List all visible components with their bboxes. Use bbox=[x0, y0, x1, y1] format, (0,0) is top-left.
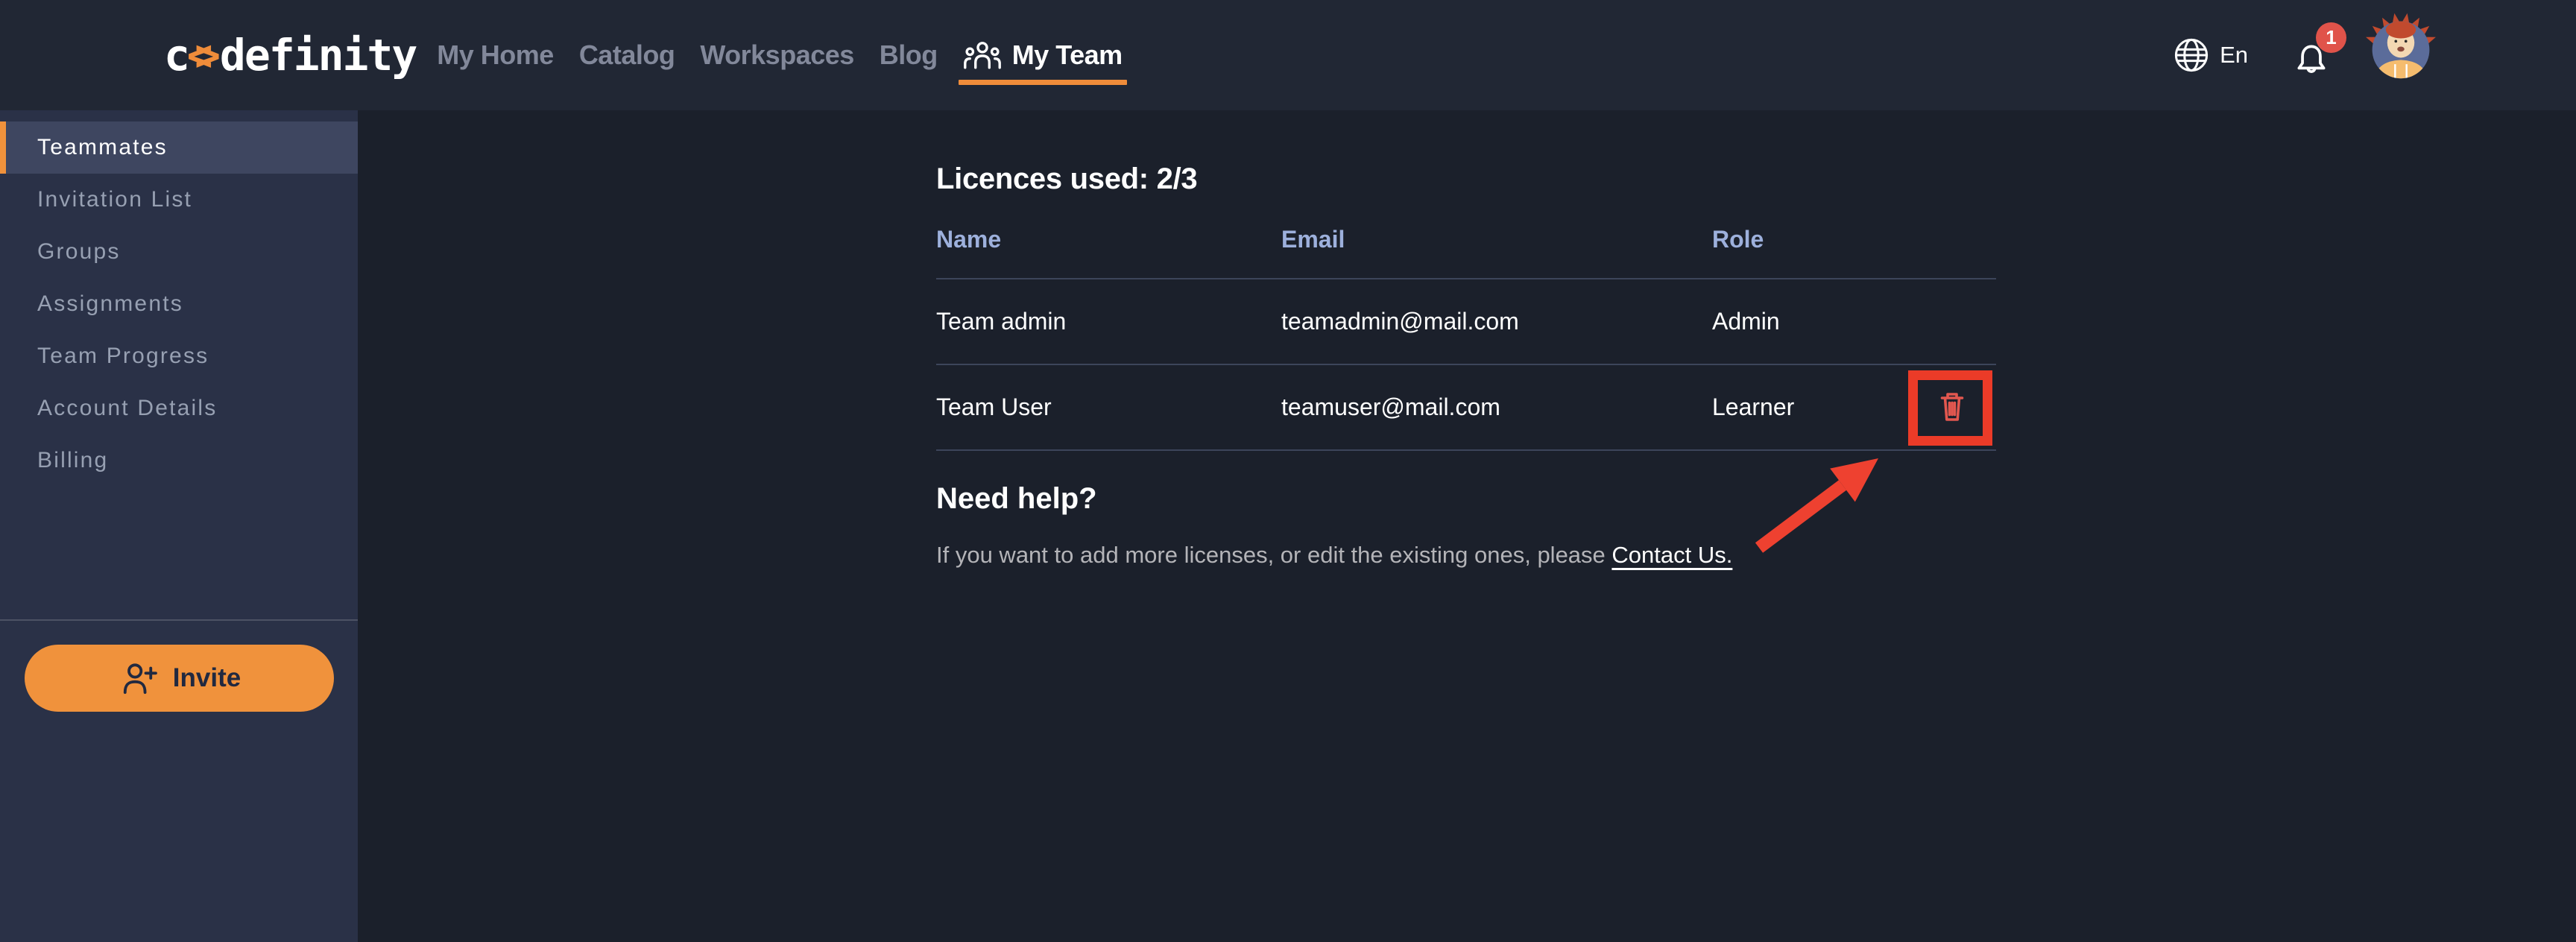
sidebar-item-label: Assignments bbox=[37, 291, 183, 317]
app-root: c<> definity My Home Catalog Workspaces B… bbox=[0, 0, 2576, 942]
table-header-row: Name Email Role bbox=[936, 227, 1996, 279]
nav-my-team[interactable]: My Team bbox=[963, 0, 1123, 110]
sidebar: Teammates Invitation List Groups Assignm… bbox=[0, 110, 358, 942]
notifications-button[interactable]: 1 bbox=[2291, 36, 2332, 75]
nav-catalog[interactable]: Catalog bbox=[579, 0, 675, 110]
licences-heading: Licences used: 2/3 bbox=[936, 162, 2576, 195]
nav-my-home[interactable]: My Home bbox=[437, 0, 554, 110]
sidebar-item-label: Teammates bbox=[37, 135, 168, 160]
sidebar-item-billing[interactable]: Billing bbox=[0, 434, 358, 487]
sidebar-item-label: Invitation List bbox=[37, 187, 192, 212]
column-header-role: Role bbox=[1712, 227, 1919, 251]
globe-icon bbox=[2172, 36, 2211, 75]
sidebar-item-label: Account Details bbox=[37, 396, 217, 421]
nav-blog[interactable]: Blog bbox=[880, 0, 938, 110]
table-row: Team User teamuser@mail.com Learner bbox=[936, 365, 1996, 451]
sidebar-item-account-details[interactable]: Account Details bbox=[0, 382, 358, 434]
sidebar-divider bbox=[0, 619, 358, 621]
help-text: If you want to add more licenses, or edi… bbox=[936, 542, 2576, 569]
teammates-table: Name Email Role Team admin teamadmin@mai… bbox=[936, 227, 1996, 451]
cell-name: Team admin bbox=[936, 308, 1281, 335]
contact-us-link[interactable]: Contact Us. bbox=[1611, 542, 1732, 568]
top-navbar: c<> definity My Home Catalog Workspaces B… bbox=[0, 0, 2576, 110]
active-nav-underline bbox=[959, 80, 1127, 85]
sidebar-item-assignments[interactable]: Assignments bbox=[0, 278, 358, 330]
logo-angle-icon: <> bbox=[187, 30, 203, 80]
cell-name: Team User bbox=[936, 393, 1281, 421]
main-nav: My Home Catalog Workspaces Blog My Team bbox=[437, 0, 1122, 110]
sidebar-item-teammates[interactable]: Teammates bbox=[0, 121, 358, 174]
sidebar-item-label: Billing bbox=[37, 448, 108, 473]
sidebar-item-groups[interactable]: Groups bbox=[0, 226, 358, 278]
column-header-email: Email bbox=[1281, 227, 1712, 251]
sidebar-item-label: Groups bbox=[37, 239, 121, 265]
table-row: Team admin teamadmin@mail.com Admin bbox=[936, 279, 1996, 365]
notification-badge: 1 bbox=[2316, 22, 2346, 53]
sidebar-item-invitation-list[interactable]: Invitation List bbox=[0, 174, 358, 226]
logo-text-rest: definity bbox=[220, 30, 416, 80]
codefinity-logo[interactable]: c<> definity bbox=[164, 30, 416, 80]
avatar[interactable] bbox=[2370, 25, 2431, 86]
cell-role: Learner bbox=[1712, 393, 1919, 421]
column-header-name: Name bbox=[936, 227, 1281, 251]
sidebar-item-label: Team Progress bbox=[37, 344, 209, 369]
delete-teammate-button[interactable] bbox=[1933, 388, 1972, 427]
avatar-illustration bbox=[2365, 8, 2437, 87]
people-icon bbox=[963, 39, 1002, 71]
person-add-icon bbox=[118, 661, 158, 695]
main-content: Licences used: 2/3 Name Email Role Team … bbox=[358, 110, 2576, 942]
cell-email: teamuser@mail.com bbox=[1281, 393, 1712, 421]
help-text-body: If you want to add more licenses, or edi… bbox=[936, 542, 1611, 568]
invite-button[interactable]: Invite bbox=[25, 645, 334, 712]
cell-role: Admin bbox=[1712, 308, 1919, 335]
logo-text-pre: c bbox=[164, 30, 189, 80]
nav-workspaces[interactable]: Workspaces bbox=[700, 0, 853, 110]
column-header-actions bbox=[1919, 227, 1996, 251]
sidebar-item-team-progress[interactable]: Team Progress bbox=[0, 330, 358, 382]
trash-icon bbox=[1933, 388, 1972, 427]
cell-actions bbox=[1919, 388, 1996, 427]
navbar-right: En 1 bbox=[2172, 25, 2431, 86]
language-label: En bbox=[2220, 42, 2248, 69]
cell-email: teamadmin@mail.com bbox=[1281, 308, 1712, 335]
nav-my-team-label: My Team bbox=[1012, 39, 1123, 71]
invite-button-label: Invite bbox=[173, 663, 241, 693]
need-help-heading: Need help? bbox=[936, 482, 2576, 515]
language-switcher[interactable]: En bbox=[2172, 36, 2248, 75]
